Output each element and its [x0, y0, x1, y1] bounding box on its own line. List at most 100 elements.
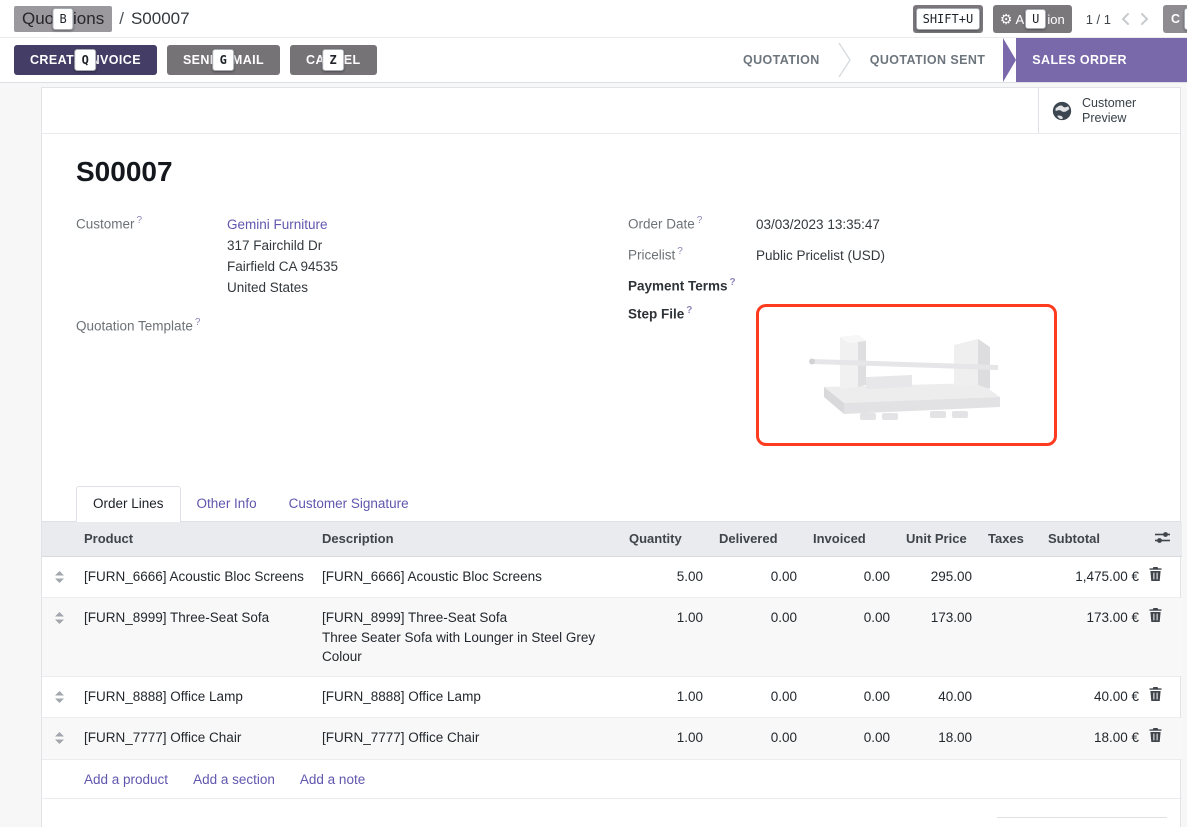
- cell-invoiced[interactable]: 0.00: [805, 598, 898, 677]
- globe-icon: [1051, 100, 1073, 122]
- create-invoice-button[interactable]: CREATE INVOICE Q: [14, 45, 157, 75]
- order-date-value[interactable]: 03/03/2023 13:35:47: [756, 214, 880, 235]
- cell-delivered[interactable]: 0.00: [711, 556, 805, 598]
- tab-other-info[interactable]: Other Info: [181, 487, 273, 521]
- cell-description[interactable]: [FURN_7777] Office Chair: [314, 718, 621, 760]
- tab-order-lines[interactable]: Order Lines: [76, 486, 181, 522]
- column-unit-price[interactable]: Unit Price: [898, 522, 980, 557]
- tab-customer-signature[interactable]: Customer Signature: [273, 487, 425, 521]
- delete-row-button[interactable]: [1147, 718, 1182, 760]
- cell-invoiced[interactable]: 0.00: [805, 556, 898, 598]
- drag-handle-icon[interactable]: [42, 556, 76, 598]
- cell-taxes[interactable]: [980, 556, 1040, 598]
- cell-delivered[interactable]: 0.00: [711, 676, 805, 718]
- customer-link[interactable]: Gemini Furniture: [227, 217, 328, 232]
- status-step-quotation[interactable]: QUOTATION: [725, 38, 838, 82]
- pricelist-value[interactable]: Public Pricelist (USD): [756, 245, 885, 266]
- optional-columns-button[interactable]: [1147, 522, 1182, 557]
- field-customer: Customer? Gemini Furniture 317 Fairchild…: [76, 214, 628, 298]
- delete-row-button[interactable]: [1147, 556, 1182, 598]
- cell-unit-price[interactable]: 295.00: [898, 556, 980, 598]
- add-product-link[interactable]: Add a product: [84, 772, 168, 787]
- column-delivered[interactable]: Delivered: [711, 522, 805, 557]
- status-step-quotation-sent[interactable]: QUOTATION SENT: [852, 38, 1004, 82]
- drag-handle-icon[interactable]: [42, 718, 76, 760]
- add-note-link[interactable]: Add a note: [300, 772, 365, 787]
- customer-value: Gemini Furniture 317 Fairchild Dr Fairfi…: [227, 214, 338, 298]
- add-section-link[interactable]: Add a section: [193, 772, 275, 787]
- cell-unit-price[interactable]: 173.00: [898, 598, 980, 677]
- cell-taxes[interactable]: [980, 676, 1040, 718]
- action-menu-button[interactable]: ⚙ A U ion: [993, 5, 1072, 33]
- trash-icon: [1149, 687, 1162, 701]
- cancel-button[interactable]: CANCEL Z: [290, 45, 376, 75]
- table-row[interactable]: [FURN_8999] Three-Seat Sofa [FURN_8999] …: [42, 598, 1182, 677]
- sheet-body: S00007 Customer? Gemini Furniture 317 Fa…: [42, 134, 1180, 456]
- cell-delivered[interactable]: 0.00: [711, 598, 805, 677]
- notebook-tabs: Order Lines Other Info Customer Signatur…: [42, 486, 1180, 522]
- cell-unit-price[interactable]: 18.00: [898, 718, 980, 760]
- trash-icon: [1149, 567, 1162, 581]
- column-quantity[interactable]: Quantity: [621, 522, 711, 557]
- cell-unit-price[interactable]: 40.00: [898, 676, 980, 718]
- cell-taxes[interactable]: [980, 718, 1040, 760]
- cell-quantity[interactable]: 1.00: [621, 718, 711, 760]
- column-subtotal[interactable]: Subtotal: [1040, 522, 1147, 557]
- cell-description[interactable]: [FURN_8999] Three-Seat Sofa Three Seater…: [314, 598, 621, 677]
- customer-preview-label: Customer Preview: [1082, 96, 1136, 126]
- shortcut-overlay-save: SHIFT+U: [916, 8, 981, 30]
- cell-delivered[interactable]: 0.00: [711, 718, 805, 760]
- table-row[interactable]: [FURN_8888] Office Lamp [FURN_8888] Offi…: [42, 676, 1182, 718]
- step-file-label: Step File?: [628, 304, 756, 446]
- field-pricelist: Pricelist? Public Pricelist (USD): [628, 245, 1144, 266]
- send-email-button[interactable]: SEND EMAIL G: [167, 45, 280, 75]
- breadcrumb-parent-link[interactable]: Quotations B: [14, 6, 112, 32]
- cell-subtotal: 173.00 €: [1040, 598, 1147, 677]
- button-box: Customer Preview: [42, 88, 1180, 134]
- column-description[interactable]: Description: [314, 522, 621, 557]
- form-sheet: Customer Preview S00007 Customer? Gemini…: [41, 87, 1181, 827]
- cell-product[interactable]: [FURN_6666] Acoustic Bloc Screens: [76, 556, 314, 598]
- cell-description[interactable]: [FURN_6666] Acoustic Bloc Screens: [314, 556, 621, 598]
- delete-row-button[interactable]: [1147, 676, 1182, 718]
- pager-previous-icon[interactable]: [1121, 12, 1130, 26]
- top-navbar: Quotations B / S00007 SHIFT+U ⚙ A U ion …: [0, 0, 1187, 38]
- cell-quantity[interactable]: 1.00: [621, 598, 711, 677]
- statusbar: QUOTATION QUOTATION SENT SALES ORDER: [725, 38, 1187, 82]
- column-product[interactable]: Product: [76, 522, 314, 557]
- cell-invoiced[interactable]: 0.00: [805, 676, 898, 718]
- table-row[interactable]: [FURN_7777] Office Chair [FURN_7777] Off…: [42, 718, 1182, 760]
- breadcrumb: Quotations B / S00007: [14, 6, 190, 32]
- cell-invoiced[interactable]: 0.00: [805, 718, 898, 760]
- cell-product[interactable]: [FURN_8999] Three-Seat Sofa: [76, 598, 314, 677]
- drag-handle-icon[interactable]: [42, 676, 76, 718]
- cell-taxes[interactable]: [980, 598, 1040, 677]
- order-lines-table: Product Description Quantity Delivered I…: [42, 522, 1182, 800]
- pager-next-icon[interactable]: [1140, 12, 1149, 26]
- shortcut-overlay-action: U: [1025, 9, 1046, 29]
- step-file-image[interactable]: [756, 304, 1057, 446]
- customer-preview-button[interactable]: Customer Preview: [1038, 88, 1180, 133]
- cell-product[interactable]: [FURN_8888] Office Lamp: [76, 676, 314, 718]
- field-grid: Customer? Gemini Furniture 317 Fairchild…: [76, 214, 1144, 456]
- corner-button[interactable]: C: [1163, 5, 1187, 33]
- control-bar: CREATE INVOICE Q SEND EMAIL G CANCEL Z Q…: [0, 38, 1187, 83]
- drag-handle-icon[interactable]: [42, 598, 76, 677]
- cell-quantity[interactable]: 5.00: [621, 556, 711, 598]
- action-label-prefix: A: [1015, 12, 1024, 27]
- column-taxes[interactable]: Taxes: [980, 522, 1040, 557]
- cell-subtotal: 18.00 €: [1040, 718, 1147, 760]
- status-step-sales-order[interactable]: SALES ORDER: [1003, 38, 1187, 82]
- handle-column-header: [42, 522, 76, 557]
- cell-description[interactable]: [FURN_8888] Office Lamp: [314, 676, 621, 718]
- terms-input[interactable]: Terms and conditions...: [82, 817, 221, 827]
- cell-product[interactable]: [FURN_7777] Office Chair: [76, 718, 314, 760]
- field-quotation-template: Quotation Template?: [76, 316, 628, 334]
- delete-row-button[interactable]: [1147, 598, 1182, 677]
- column-invoiced[interactable]: Invoiced: [805, 522, 898, 557]
- payment-terms-label: Payment Terms?: [628, 276, 756, 294]
- table-row[interactable]: [FURN_6666] Acoustic Bloc Screens [FURN_…: [42, 556, 1182, 598]
- cad-part-image: [802, 325, 1012, 425]
- save-button[interactable]: SHIFT+U: [913, 5, 983, 33]
- cell-quantity[interactable]: 1.00: [621, 676, 711, 718]
